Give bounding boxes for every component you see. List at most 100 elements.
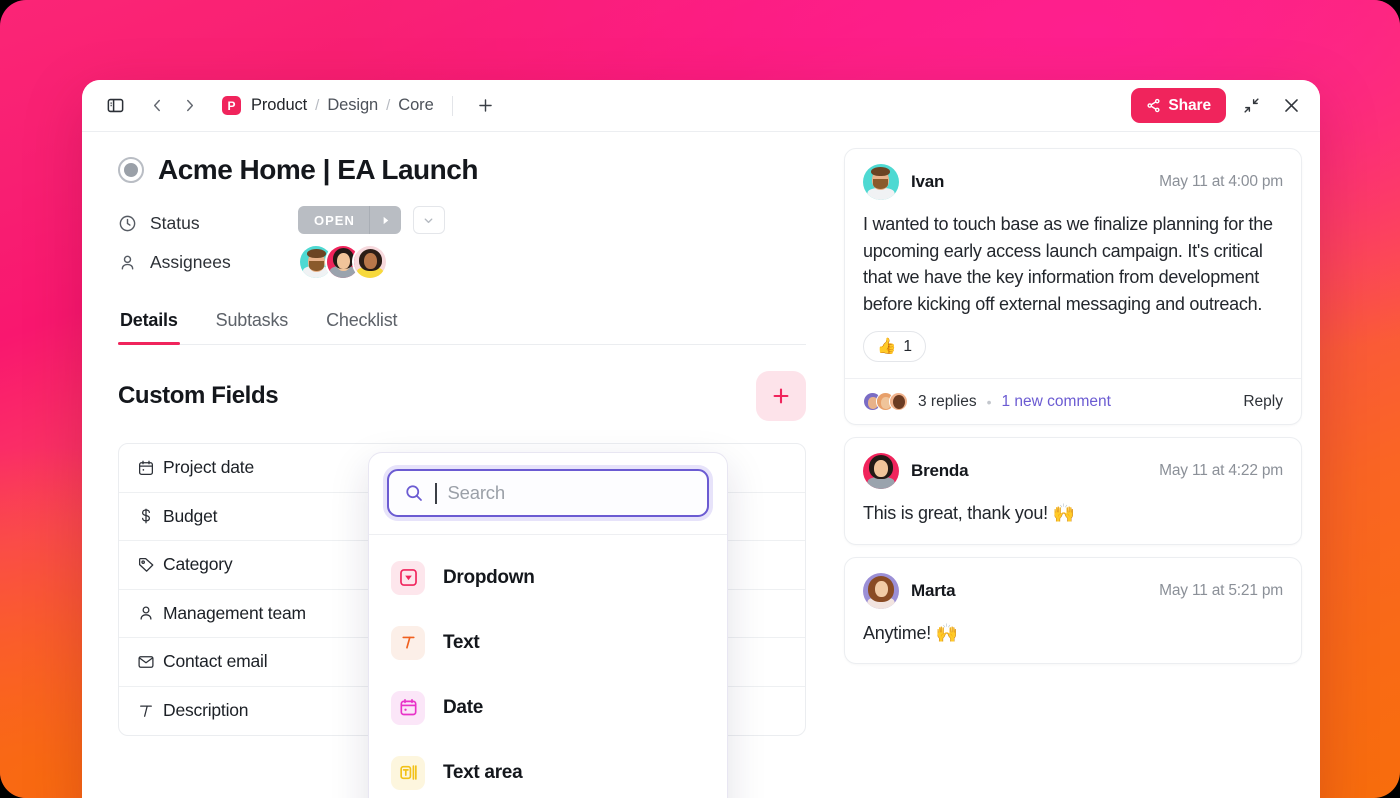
field-type-label: Dropdown: [443, 566, 535, 588]
comments-pane: Ivan May 11 at 4:00 pm I wanted to touch…: [842, 132, 1320, 798]
tab-subtasks[interactable]: Subtasks: [214, 304, 290, 344]
comment-timestamp: May 11 at 4:22 pm: [1159, 462, 1283, 479]
status-label-group: Status: [118, 213, 298, 234]
date-icon: [391, 690, 425, 725]
search-input[interactable]: Search: [387, 469, 709, 517]
avatar: [889, 392, 908, 411]
comment-card-marta: Marta May 11 at 5:21 pm Anytime! 🙌: [844, 556, 1302, 664]
breadcrumb-divider: [451, 95, 453, 116]
search-icon: [404, 483, 424, 503]
comment-card-brenda: Brenda May 11 at 4:22 pm This is great, …: [844, 437, 1302, 545]
share-button-label: Share: [1168, 96, 1211, 114]
custom-field-name: Description: [163, 700, 249, 721]
breadcrumb-item-core[interactable]: Core: [398, 96, 433, 115]
property-label: Status: [150, 213, 200, 233]
separator-dot: •: [986, 393, 992, 410]
field-type-search-section: Search: [369, 453, 727, 535]
dropdown-icon: [391, 560, 425, 595]
minimize-icon[interactable]: [1236, 91, 1266, 121]
status-next-icon[interactable]: [368, 206, 401, 234]
comment-text: Anytime! 🙌: [863, 622, 958, 643]
avatar[interactable]: [863, 572, 899, 609]
app-window: P Product / Design / Core Share Acme Hom…: [82, 80, 1320, 798]
field-type-item-date[interactable]: Date: [369, 675, 727, 740]
task-detail-pane: Acme Home | EA Launch Status OPEN Assign…: [82, 132, 842, 798]
reaction-thumbs-up[interactable]: 👍 1: [863, 331, 926, 362]
thumbs-up-icon: 👍: [877, 338, 897, 355]
custom-field-name: Category: [163, 554, 233, 575]
comment-header: Marta May 11 at 5:21 pm: [845, 558, 1301, 609]
comment-author: Ivan: [911, 172, 945, 191]
custom-field-name: Management team: [163, 602, 306, 623]
comment-header: Ivan May 11 at 4:00 pm: [845, 149, 1301, 200]
tab-checklist[interactable]: Checklist: [324, 304, 399, 344]
reaction-row: 👍 1: [845, 317, 1301, 378]
search-placeholder: Search: [447, 482, 506, 503]
comment-text: This is great, thank you! 🙌: [863, 503, 1075, 523]
comment-timestamp: May 11 at 5:21 pm: [1159, 581, 1283, 599]
property-label: Assignees: [150, 251, 231, 272]
text-cursor: [435, 482, 437, 504]
comment-header: Brenda May 11 at 4:22 pm: [845, 438, 1301, 489]
comment-card-ivan: Ivan May 11 at 4:00 pm I wanted to touch…: [844, 148, 1302, 425]
field-type-label: Text: [443, 631, 480, 653]
status-icon: [119, 215, 136, 232]
share-button[interactable]: Share: [1131, 88, 1226, 123]
new-tab-icon[interactable]: [471, 91, 501, 121]
replies-count[interactable]: 3 replies: [918, 393, 977, 411]
forward-icon[interactable]: [174, 91, 204, 121]
tab-details[interactable]: Details: [118, 304, 180, 345]
avatar[interactable]: [863, 164, 899, 200]
assignee-avatars[interactable]: [298, 244, 388, 280]
custom-fields-header: Custom Fields: [118, 371, 806, 421]
status-badge[interactable]: OPEN: [298, 206, 401, 234]
back-icon[interactable]: [142, 91, 172, 121]
custom-field-name: Project date: [163, 457, 254, 478]
person-icon: [137, 604, 163, 622]
text-icon: [391, 625, 425, 660]
property-row-status: Status OPEN: [118, 200, 842, 234]
window-topbar: P Product / Design / Core Share: [82, 80, 1320, 132]
reply-button[interactable]: Reply: [1243, 393, 1283, 411]
reply-avatars: [863, 392, 908, 411]
page-title: Acme Home | EA Launch: [158, 154, 478, 185]
field-type-item-dropdown[interactable]: Dropdown: [369, 545, 727, 610]
reaction-count: 1: [903, 337, 912, 355]
field-type-label: Text area: [443, 761, 523, 783]
product-logo-icon: P: [222, 96, 241, 115]
nav-arrows: [142, 91, 204, 121]
avatar[interactable]: [863, 453, 899, 489]
breadcrumb-item-design[interactable]: Design: [327, 96, 378, 115]
field-type-list: Dropdown Text Date Text area: [369, 535, 727, 798]
person-icon: [121, 255, 134, 270]
breadcrumb-separator: /: [315, 97, 320, 114]
custom-field-name: Contact email: [163, 651, 268, 672]
field-type-item-text-area[interactable]: Text area: [369, 740, 727, 798]
status-badge-label: OPEN: [314, 212, 355, 228]
custom-field-name: Budget: [163, 505, 218, 526]
field-type-item-text[interactable]: Text: [369, 610, 727, 675]
add-custom-field-button[interactable]: [756, 371, 806, 421]
calendar-icon: [137, 459, 163, 477]
status-dropdown-icon[interactable]: [412, 206, 445, 234]
breadcrumb: P Product / Design / Core: [222, 91, 501, 121]
avatar[interactable]: [352, 244, 388, 280]
field-type-label: Date: [443, 696, 483, 718]
task-properties: Status OPEN Assignees: [82, 186, 842, 290]
breadcrumb-item-product[interactable]: Product: [251, 96, 307, 115]
sidebar-toggle-icon[interactable]: [100, 91, 130, 121]
custom-fields-title: Custom Fields: [118, 382, 279, 409]
new-comment-link[interactable]: 1 new comment: [1002, 393, 1111, 411]
plus-icon: [770, 385, 792, 407]
task-status-radio-icon[interactable]: [118, 157, 144, 183]
share-icon: [1146, 98, 1161, 113]
breadcrumb-separator: /: [386, 97, 391, 114]
close-icon[interactable]: [1276, 91, 1306, 121]
mail-icon: [137, 653, 163, 671]
replies-row: 3 replies • 1 new comment Reply: [845, 378, 1301, 424]
dollar-icon: [137, 507, 163, 525]
comment-author: Marta: [911, 580, 956, 600]
topbar-right-controls: Share: [1131, 88, 1306, 123]
property-row-assignees: Assignees: [118, 234, 842, 290]
task-header: Acme Home | EA Launch: [82, 132, 842, 186]
